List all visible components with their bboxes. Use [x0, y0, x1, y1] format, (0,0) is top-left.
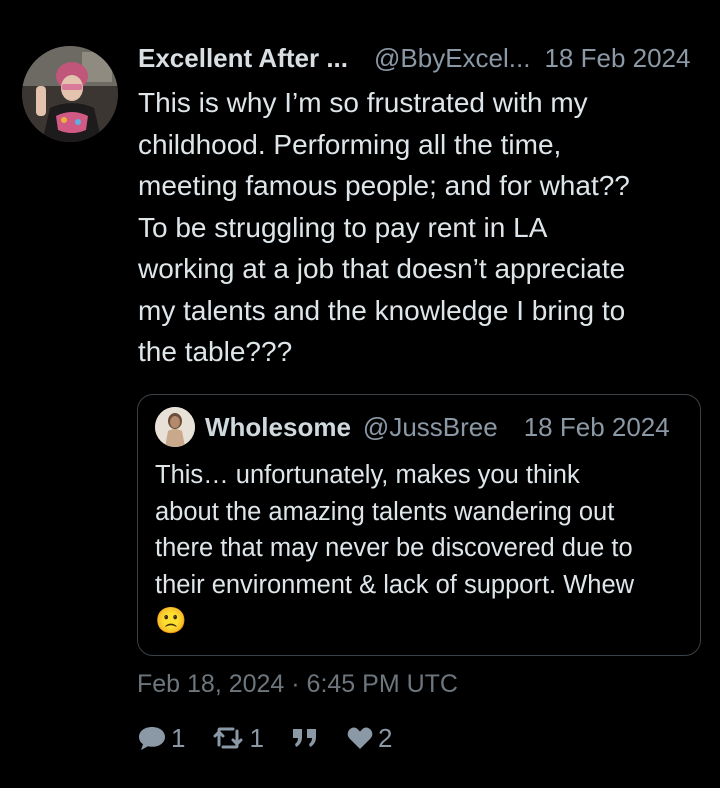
quoted-date[interactable]: 18 Feb 2024 — [524, 412, 670, 443]
speech-bubble-icon — [139, 727, 165, 750]
quoted-tweet[interactable]: Wholesome @JussBree 18 Feb 2024 This… un… — [137, 394, 701, 656]
retweet-stat[interactable]: 1 — [211, 722, 264, 754]
retweet-icon — [213, 727, 243, 749]
display-name[interactable]: Excellent After ... — [138, 43, 348, 74]
quoted-avatar[interactable] — [155, 407, 195, 447]
quoted-display-name[interactable]: Wholesome — [205, 412, 351, 443]
tweet-date[interactable]: 18 Feb 2024 — [544, 43, 690, 74]
like-stat[interactable]: 2 — [346, 723, 392, 754]
quote-stat[interactable] — [290, 725, 320, 751]
quoted-avatar-photo — [155, 407, 195, 447]
tweet-header: Excellent After ... @BbyExcel... 18 Feb … — [138, 40, 708, 76]
quoted-header: Wholesome @JussBree 18 Feb 2024 — [205, 409, 685, 445]
quoted-username-handle[interactable]: @JussBree — [363, 412, 498, 443]
like-count: 2 — [377, 722, 393, 753]
retweet-count: 1 — [249, 722, 264, 753]
avatar[interactable] — [22, 46, 118, 142]
tweet-stats: 1 1 2 — [137, 718, 418, 758]
tweet-timestamp[interactable]: Feb 18, 2024 · 6:45 PM UTC — [137, 670, 458, 699]
reply-count: 1 — [171, 722, 186, 753]
quoted-text: This… unfortunately, makes you think abo… — [155, 461, 635, 635]
tweet: Excellent After ... @BbyExcel... 18 Feb … — [0, 0, 720, 788]
heart-icon — [347, 727, 373, 749]
reply-stat[interactable]: 1 — [137, 723, 185, 754]
tweet-text: This is why I’m so frustrated with my ch… — [138, 87, 630, 367]
avatar-photo — [22, 46, 118, 142]
quote-icon — [292, 729, 316, 747]
username-handle[interactable]: @BbyExcel... — [374, 43, 530, 74]
